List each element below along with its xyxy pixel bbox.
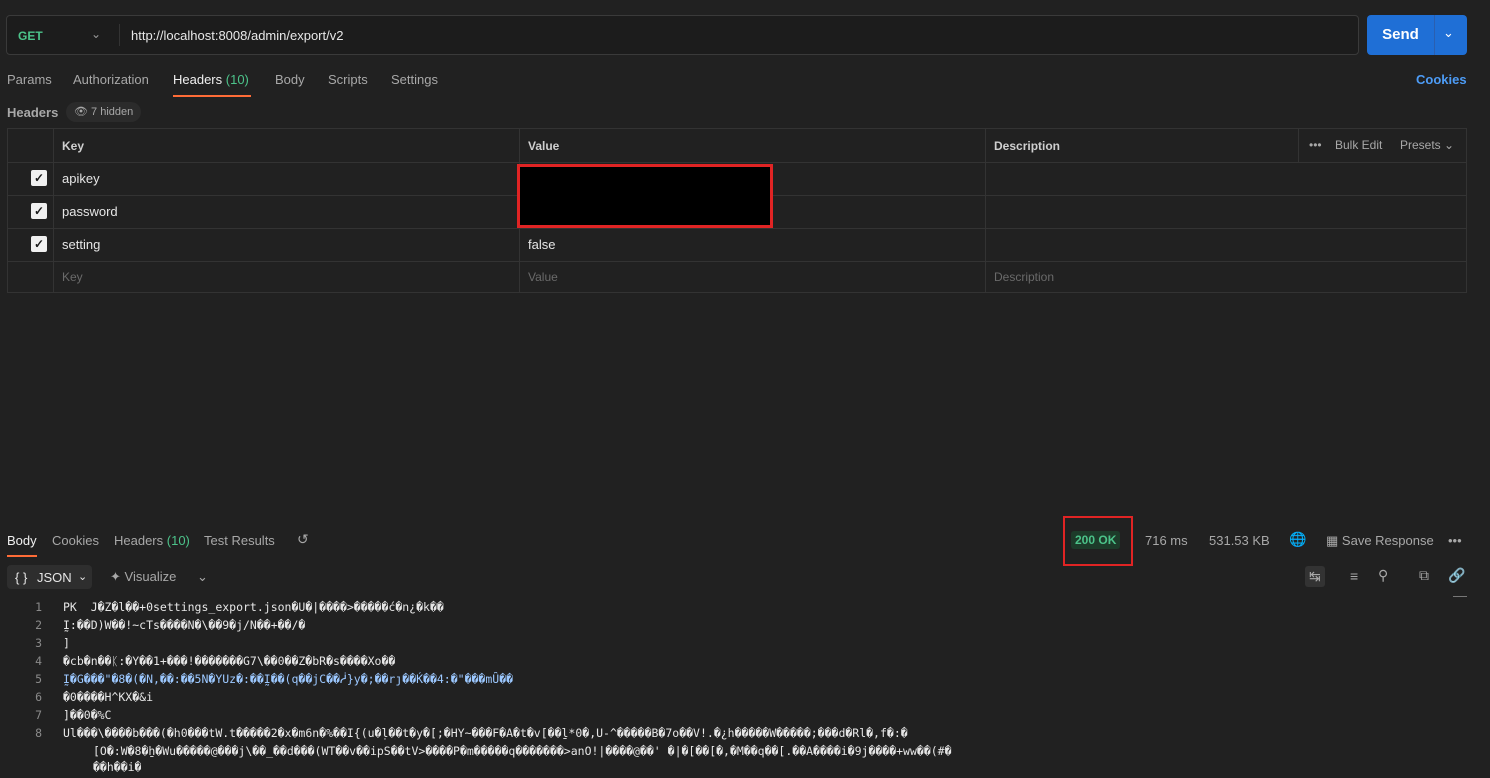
bulk-edit-button[interactable]: Bulk Edit: [1335, 138, 1382, 152]
url-input[interactable]: http://localhost:8008/admin/export/v2: [131, 28, 343, 43]
new-key-input[interactable]: Key: [62, 270, 83, 284]
wrap-lines-icon[interactable]: ↹: [1305, 566, 1325, 587]
redacted-values: [520, 167, 770, 225]
tab-scripts[interactable]: Scripts: [328, 72, 368, 87]
save-icon: ▦: [1326, 533, 1338, 548]
new-description-input[interactable]: Description: [994, 270, 1054, 284]
code-line: PK  J�Z�l��+0settings_export.json�U�|…: [63, 600, 1453, 614]
response-tab-body[interactable]: Body: [7, 533, 37, 548]
line-number: 5: [22, 672, 42, 686]
hidden-count: 7 hidden: [91, 106, 133, 118]
divider: [1298, 129, 1299, 162]
hidden-headers-toggle[interactable]: 👁 7 hidden: [66, 102, 141, 122]
response-tab-cookies[interactable]: Cookies: [52, 533, 99, 548]
line-number: 6: [22, 690, 42, 704]
line-number: 1: [22, 600, 42, 614]
tab-headers-label: Headers: [173, 72, 222, 87]
headers-section-label: Headers: [7, 105, 58, 120]
divider: [1434, 15, 1435, 55]
response-body[interactable]: 1 2 3 4 5 6 7 8 PK  J�Z�l��+0settings…: [0, 596, 1468, 778]
active-tab-indicator: [7, 555, 37, 557]
code-line: Ḭ�G���"�8�(�N,��:��5N�YUz�:��Ḭ��(q��jC��…: [63, 672, 1453, 686]
code-line: Ul���\����b���(�h0���tW.t�����2�x�m6n�%�…: [63, 726, 1465, 740]
header-key-password[interactable]: password: [62, 204, 118, 219]
divider: [119, 24, 120, 46]
scrollbar[interactable]: [1453, 596, 1467, 597]
code-line: �cb�n��ᛕ:�Y��1+���!�������G7\��0��Z�bR�s…: [63, 654, 1453, 668]
chevron-down-icon: ⌄: [1444, 138, 1454, 152]
format-label: JSON: [37, 570, 72, 585]
tab-settings[interactable]: Settings: [391, 72, 438, 87]
copy-icon[interactable]: ⧉: [1419, 567, 1429, 584]
code-line: Ḭ:��D)W��!~cTs����N�\��9�j/N��+��/�: [63, 618, 1453, 632]
tab-headers-count: (10): [226, 72, 249, 87]
visualize-label: Visualize: [125, 569, 177, 584]
new-value-input[interactable]: Value: [528, 270, 558, 284]
row-checkbox-password[interactable]: ✓: [31, 203, 47, 219]
column-header-description: Description: [994, 139, 1060, 153]
divider: [985, 129, 986, 292]
header-key-setting[interactable]: setting: [62, 237, 100, 252]
save-response-button[interactable]: ▦ Save Response: [1326, 533, 1434, 549]
tab-params[interactable]: Params: [7, 72, 52, 87]
more-options-icon[interactable]: •••: [1448, 533, 1462, 548]
tab-authorization[interactable]: Authorization: [73, 72, 149, 87]
code-line: �0����H^KX�&i: [63, 690, 1453, 704]
search-icon[interactable]: ⚲: [1378, 567, 1388, 584]
chevron-down-icon: ⌄: [78, 570, 87, 583]
braces-icon: { }: [15, 570, 27, 585]
header-value-setting[interactable]: false: [528, 237, 555, 252]
status-highlight: 200 OK: [1063, 516, 1133, 566]
header-key-apikey[interactable]: apikey: [62, 171, 100, 186]
globe-icon[interactable]: 🌐: [1289, 531, 1306, 548]
divider: [8, 261, 1466, 262]
response-tab-headers-label: Headers: [114, 533, 163, 548]
send-button[interactable]: Send: [1367, 26, 1434, 43]
visualize-chevron-down-icon[interactable]: ⌄: [197, 569, 208, 585]
headers-table: Key Value Description ••• Bulk Edit Pres…: [7, 128, 1467, 293]
line-number: 7: [22, 708, 42, 722]
line-number: 3: [22, 636, 42, 650]
method-select[interactable]: GET: [18, 29, 43, 43]
row-checkbox-setting[interactable]: ✓: [31, 236, 47, 252]
format-select[interactable]: { } JSON ⌄: [7, 565, 92, 589]
visualize-button[interactable]: ✦ Visualize: [110, 569, 176, 585]
divider: [53, 129, 54, 292]
send-options-chevron-down-icon[interactable]: ⌄: [1443, 25, 1454, 41]
chevron-down-icon[interactable]: ⌄: [91, 27, 101, 41]
link-icon[interactable]: 🔗: [1448, 567, 1465, 584]
tab-body[interactable]: Body: [275, 72, 305, 87]
status-badge: 200 OK: [1071, 531, 1120, 549]
line-number: 4: [22, 654, 42, 668]
cookies-link[interactable]: Cookies: [1416, 72, 1467, 87]
divider: [8, 162, 1466, 163]
response-tab-headers-count: (10): [167, 533, 190, 548]
save-response-label: Save Response: [1342, 533, 1434, 548]
divider: [8, 228, 1466, 229]
line-number: 2: [22, 618, 42, 632]
code-line-wrap: ��h��i�: [93, 760, 393, 774]
presets-dropdown[interactable]: Presets ⌄: [1400, 138, 1454, 152]
active-tab-indicator: [173, 95, 251, 97]
code-line-wrap: [O�:W�8�ẖ�Wu�����@���j\��_��d���(WT��v��…: [93, 744, 1465, 758]
column-header-value: Value: [528, 139, 559, 153]
more-options-icon[interactable]: •••: [1309, 138, 1322, 152]
response-size: 531.53 KB: [1209, 533, 1270, 548]
column-header-key: Key: [62, 139, 84, 153]
presets-label: Presets: [1400, 138, 1441, 152]
code-line: ]��0�%C: [63, 708, 1453, 722]
filter-icon[interactable]: ≡: [1350, 568, 1358, 584]
line-number: 8: [22, 726, 42, 740]
send-button-group: Send ⌄: [1367, 15, 1467, 55]
code-line: ]: [63, 636, 1453, 650]
history-icon[interactable]: ↺: [297, 531, 309, 548]
eye-icon: 👁: [74, 106, 88, 118]
row-checkbox-apikey[interactable]: ✓: [31, 170, 47, 186]
response-tab-test-results[interactable]: Test Results: [204, 533, 275, 548]
response-time: 716 ms: [1145, 533, 1188, 548]
url-bar: GET ⌄ http://localhost:8008/admin/export…: [6, 15, 1359, 55]
visualize-icon: ✦: [110, 569, 121, 584]
response-tab-headers[interactable]: Headers (10): [114, 533, 190, 548]
tab-headers[interactable]: Headers (10): [173, 72, 249, 87]
